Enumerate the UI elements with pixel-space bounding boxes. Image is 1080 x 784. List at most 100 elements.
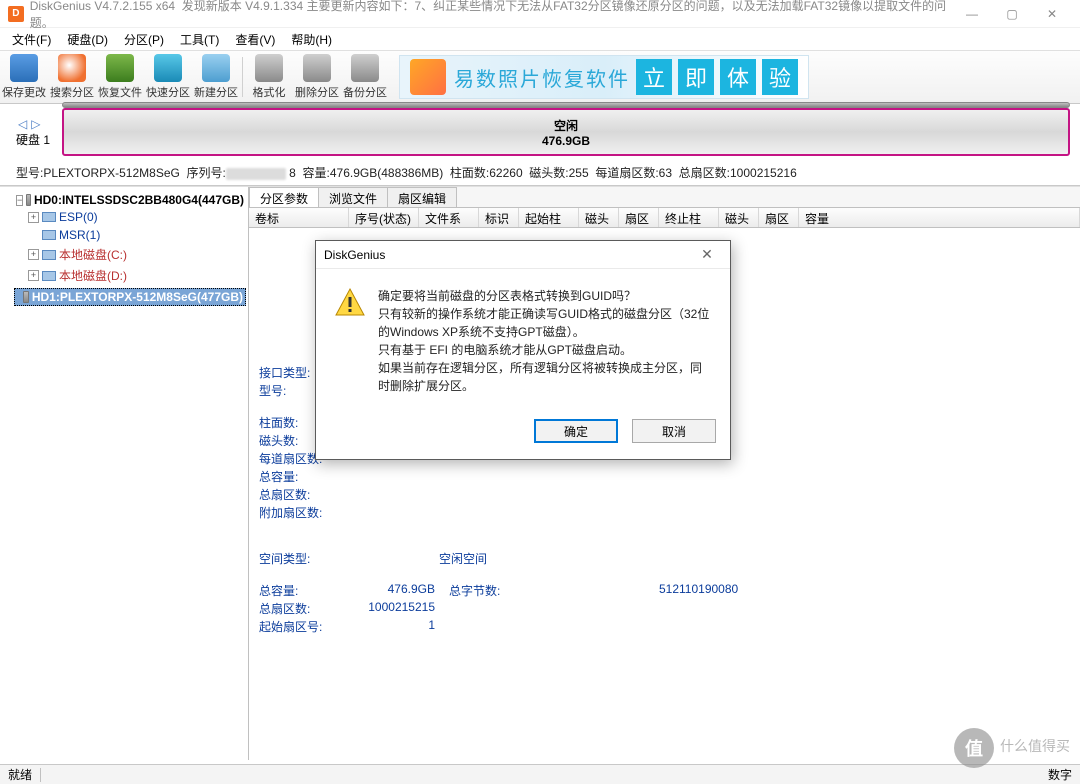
- disk-map-free-block[interactable]: 空闲 476.9GB: [62, 108, 1070, 156]
- disk-icon: [23, 291, 29, 303]
- app-icon: D: [8, 6, 24, 22]
- col-serial[interactable]: 序号(状态): [349, 208, 419, 227]
- disk-icon: [26, 194, 31, 206]
- warning-icon: [334, 287, 366, 319]
- menu-help[interactable]: 帮助(H): [283, 29, 340, 50]
- banner-sq-2: 即: [678, 59, 714, 95]
- menu-file[interactable]: 文件(F): [4, 29, 59, 50]
- nav-next[interactable]: ▷: [29, 117, 42, 131]
- partition-icon: [42, 230, 56, 240]
- banner-text: 易数照片恢复软件: [454, 63, 630, 92]
- dialog-titlebar: DiskGenius ✕: [316, 241, 730, 269]
- quick-partition-button[interactable]: 快速分区: [144, 50, 192, 104]
- collapse-icon[interactable]: −: [16, 195, 23, 206]
- confirm-dialog: DiskGenius ✕ 确定要将当前磁盘的分区表格式转换到GUID吗？ 只有较…: [315, 240, 731, 460]
- maximize-button[interactable]: ▢: [992, 3, 1032, 25]
- tab-browse-files[interactable]: 浏览文件: [318, 187, 388, 207]
- recover-files-button[interactable]: 恢复文件: [96, 50, 144, 104]
- lbl-startsec: 起始扇区号:: [259, 618, 339, 635]
- lbl-totcap: 总容量:: [259, 582, 339, 599]
- expand-icon[interactable]: +: [28, 270, 39, 281]
- val-totsec: 1000215215: [339, 600, 449, 617]
- menu-tools[interactable]: 工具(T): [172, 29, 227, 50]
- recover-icon: [106, 54, 134, 82]
- tab-partition-params[interactable]: 分区参数: [249, 187, 319, 207]
- tree-hd1-selected[interactable]: HD1:PLEXTORPX-512M8SeG(477GB): [14, 288, 246, 306]
- new-icon: [202, 54, 230, 82]
- col-endcyl[interactable]: 终止柱面: [659, 208, 719, 227]
- disk-block-title: 空闲: [554, 117, 578, 134]
- val-startsec: 1: [339, 618, 449, 635]
- cancel-button[interactable]: 取消: [632, 419, 716, 443]
- nav-arrows: ◁ ▷: [16, 117, 52, 131]
- menu-view[interactable]: 查看(V): [227, 29, 283, 50]
- col-sec1[interactable]: 扇区: [619, 208, 659, 227]
- tree-local-c[interactable]: +本地磁盘(C:): [26, 245, 246, 264]
- window-title: DiskGenius V4.7.2.155 x64 发现新版本 V4.9.1.3…: [30, 0, 952, 31]
- banner-sq-1: 立: [636, 59, 672, 95]
- magnifier-icon: [58, 54, 86, 82]
- disk-tree[interactable]: −HD0:INTELSSDSC2BB480G4(447GB) +ESP(0) M…: [0, 187, 249, 760]
- dialog-close-button[interactable]: ✕: [692, 246, 722, 263]
- col-startcyl[interactable]: 起始柱面: [519, 208, 579, 227]
- window-controls: — ▢ ✕: [952, 3, 1072, 25]
- disk-label: 硬盘 1: [16, 131, 50, 148]
- disk-map-area: ◁ ▷ 硬盘 1 空闲 476.9GB: [0, 104, 1080, 162]
- lbl-totalcap: 总容量:: [259, 468, 339, 485]
- col-head1[interactable]: 磁头: [579, 208, 619, 227]
- tree-msr[interactable]: MSR(1): [26, 227, 246, 243]
- ok-button[interactable]: 确定: [534, 419, 618, 443]
- col-label[interactable]: 卷标: [249, 208, 349, 227]
- format-button[interactable]: 格式化: [245, 50, 293, 104]
- expand-icon[interactable]: +: [28, 212, 39, 223]
- val-totcap: 476.9GB: [339, 582, 449, 599]
- lbl-spacetype: 空间类型:: [259, 550, 339, 567]
- banner-photo-icon: [410, 59, 446, 95]
- menu-disk[interactable]: 硬盘(D): [59, 29, 116, 50]
- save-button[interactable]: 保存更改: [0, 50, 48, 104]
- col-flag[interactable]: 标识: [479, 208, 519, 227]
- serial-blurred: [226, 168, 286, 180]
- dialog-title: DiskGenius: [324, 248, 385, 262]
- status-numlock: 数字: [1048, 766, 1072, 783]
- lbl-addsec: 附加扇区数:: [259, 504, 339, 521]
- ad-banner[interactable]: 易数照片恢复软件 立 即 体 验: [399, 55, 809, 99]
- col-sec2[interactable]: 扇区: [759, 208, 799, 227]
- toolbar: 保存更改 搜索分区 恢复文件 快速分区 新建分区 格式化 删除分区 备份分区 易…: [0, 50, 1080, 104]
- backup-partition-button[interactable]: 备份分区: [341, 50, 389, 104]
- statusbar: 就绪 数字: [0, 764, 1080, 784]
- tree-hd0[interactable]: −HD0:INTELSSDSC2BB480G4(447GB): [14, 192, 246, 208]
- quick-icon: [154, 54, 182, 82]
- partition-icon: [42, 212, 56, 222]
- tabs: 分区参数 浏览文件 扇区编辑: [249, 187, 1080, 208]
- expand-icon[interactable]: +: [28, 249, 39, 260]
- lbl-totalsec: 总扇区数:: [259, 486, 339, 503]
- col-fs[interactable]: 文件系统: [419, 208, 479, 227]
- watermark-icon: 值: [954, 728, 994, 768]
- menu-partition[interactable]: 分区(P): [116, 29, 172, 50]
- col-head2[interactable]: 磁头: [719, 208, 759, 227]
- backup-icon: [351, 54, 379, 82]
- lbl-totsec: 总扇区数:: [259, 600, 339, 617]
- search-partition-button[interactable]: 搜索分区: [48, 50, 96, 104]
- floppy-icon: [10, 54, 38, 82]
- val-spacetype: 空闲空间: [339, 550, 501, 567]
- new-partition-button[interactable]: 新建分区: [192, 50, 240, 104]
- disk-info-text: 型号:PLEXTORPX-512M8SeG 序列号: 8 容量:476.9GB(…: [0, 162, 1080, 186]
- nav-prev[interactable]: ◁: [16, 117, 29, 131]
- delete-partition-button[interactable]: 删除分区: [293, 50, 341, 104]
- status-ready: 就绪: [8, 766, 32, 783]
- close-button[interactable]: ✕: [1032, 3, 1072, 25]
- watermark: 值 什么值得买: [954, 728, 1070, 768]
- menubar: 文件(F) 硬盘(D) 分区(P) 工具(T) 查看(V) 帮助(H): [0, 28, 1080, 50]
- banner-sq-4: 验: [762, 59, 798, 95]
- tree-esp[interactable]: +ESP(0): [26, 209, 246, 225]
- minimize-button[interactable]: —: [952, 3, 992, 25]
- format-icon: [255, 54, 283, 82]
- lbl-totbytes: 总字节数:: [449, 582, 519, 599]
- tab-sector-edit[interactable]: 扇区编辑: [387, 187, 457, 207]
- tree-local-d[interactable]: +本地磁盘(D:): [26, 266, 246, 285]
- toolbar-separator: [242, 57, 243, 97]
- column-header: 卷标 序号(状态) 文件系统 标识 起始柱面 磁头 扇区 终止柱面 磁头 扇区 …: [249, 208, 1080, 228]
- col-capacity[interactable]: 容量: [799, 208, 1080, 227]
